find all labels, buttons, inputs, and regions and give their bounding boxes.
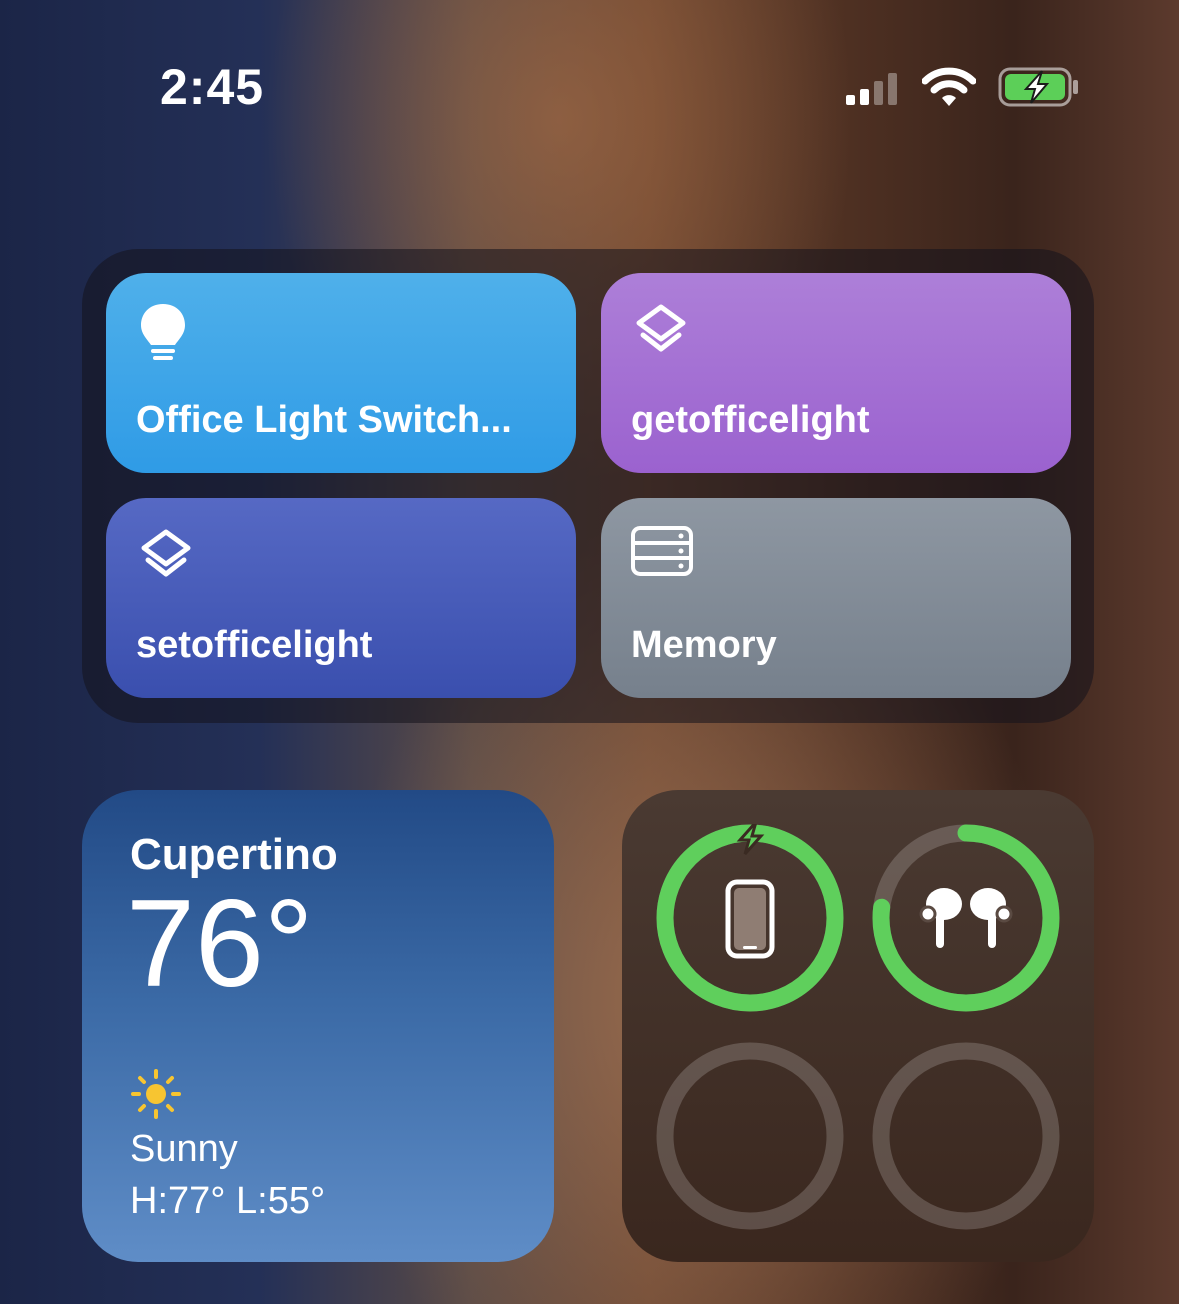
shortcuts-icon	[631, 301, 691, 368]
status-icons	[840, 66, 1082, 113]
airpods-icon	[919, 888, 1013, 948]
battery-ring-empty	[656, 1042, 844, 1230]
shortcut-label: setofficelight	[136, 624, 373, 666]
iphone-icon	[725, 879, 775, 959]
batteries-widget[interactable]	[622, 790, 1094, 1262]
weather-high-low: H:77° L:55°	[130, 1180, 326, 1222]
battery-charging-icon	[998, 66, 1082, 113]
shortcut-tile-setofficelight[interactable]: setofficelight	[106, 498, 576, 698]
weather-widget[interactable]: Cupertino 76° Sunny H:77° L:55°	[82, 790, 554, 1262]
weather-condition: Sunny	[130, 1128, 238, 1170]
shortcuts-widget: Office Light Switch... getofficelight se…	[82, 249, 1094, 723]
shortcut-tile-office-light-switch[interactable]: Office Light Switch...	[106, 273, 576, 473]
battery-ring-airpods	[872, 824, 1060, 1012]
shortcut-tile-memory[interactable]: Memory	[601, 498, 1071, 698]
battery-ring-empty	[872, 1042, 1060, 1230]
lightbulb-icon	[136, 301, 190, 368]
shortcut-label: Office Light Switch...	[136, 399, 512, 441]
wifi-icon	[921, 67, 977, 112]
sun-icon	[130, 1068, 182, 1125]
weather-temperature: 76°	[126, 875, 314, 1013]
shortcut-label: Memory	[631, 624, 777, 666]
memory-icon	[631, 526, 693, 581]
shortcut-tile-getofficelight[interactable]: getofficelight	[601, 273, 1071, 473]
shortcuts-icon	[136, 526, 196, 593]
weather-city: Cupertino	[130, 830, 338, 879]
shortcut-label: getofficelight	[631, 399, 870, 441]
battery-ring-iphone	[656, 824, 844, 1012]
cellular-signal-icon	[840, 69, 900, 110]
status-time: 2:45	[160, 59, 265, 115]
